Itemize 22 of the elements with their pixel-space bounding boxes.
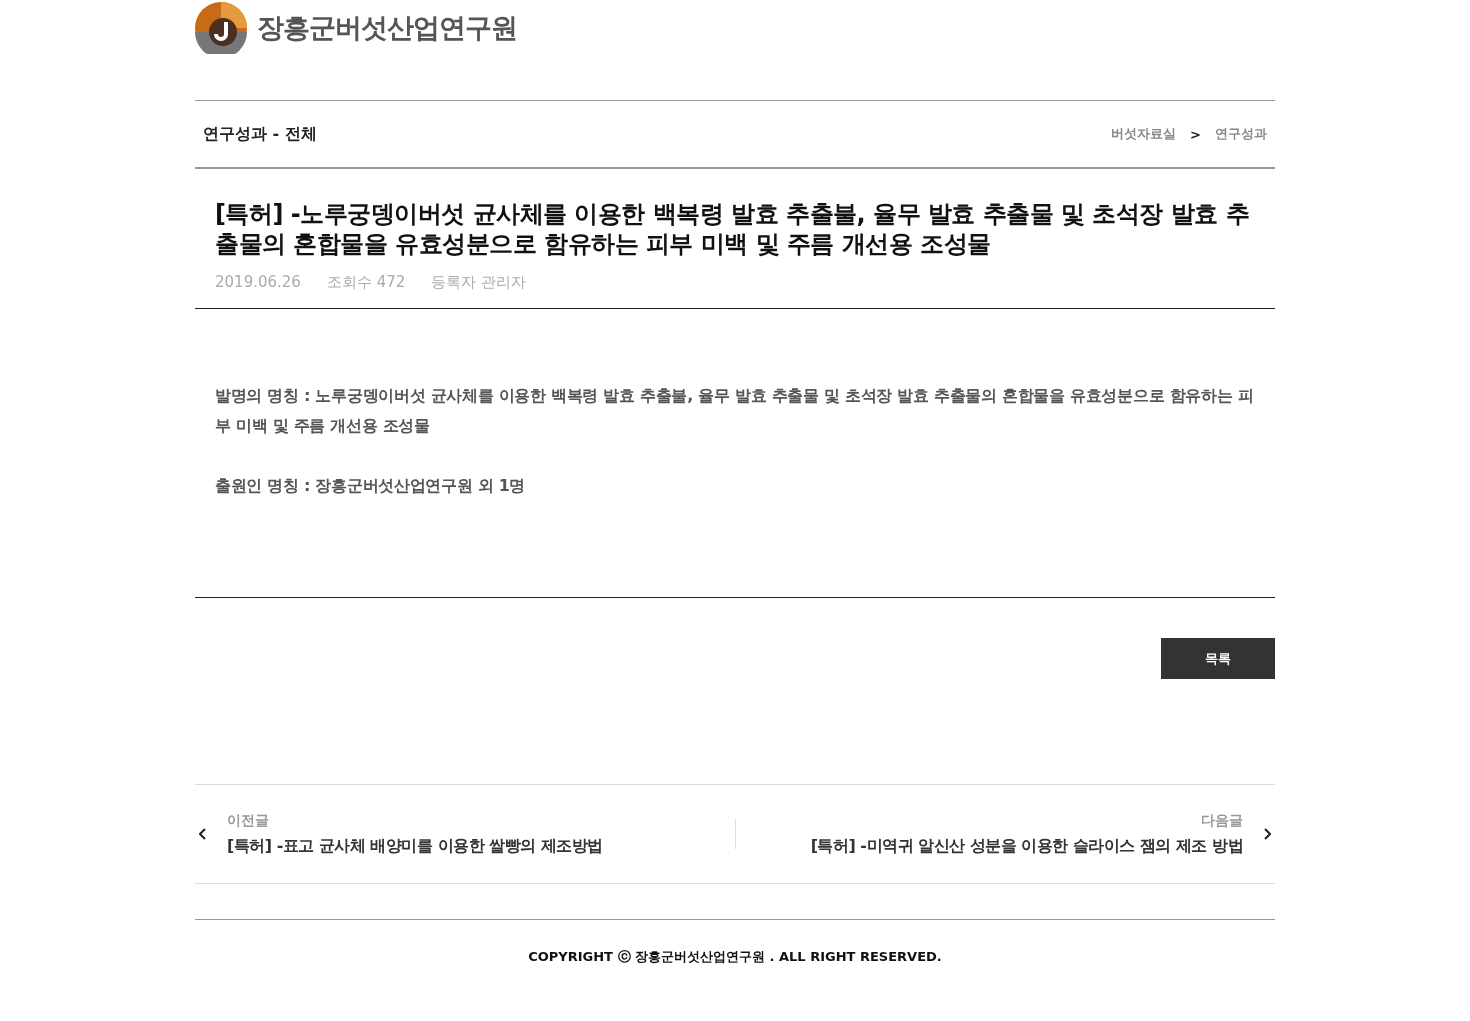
body-paragraph: 출원인 명칭 : 장흥군버섯산업연구원 외 1명 [215, 475, 527, 497]
prev-post-link[interactable]: 이전글 [특허] -표고 균사체 배양미를 이용한 쌀빵의 제조방법 [195, 811, 735, 857]
next-post-link[interactable]: 다음글 [특허] -미역귀 알신산 성분을 이용한 슬라이스 잼의 제조 방법 [735, 811, 1275, 857]
chevron-right-icon [1263, 828, 1271, 840]
logo-text[interactable]: 장흥군버섯산업연구원 [257, 2, 517, 54]
nav-label: 다음글 [1201, 811, 1243, 830]
list-button[interactable]: 목록 [1161, 638, 1275, 679]
nav-title: [특허] -표고 균사체 배양미를 이용한 쌀빵의 제조방법 [227, 835, 603, 857]
breadcrumb-link[interactable]: 연구성과 [1215, 125, 1267, 143]
nav-title: [특허] -미역귀 알신산 성분을 이용한 슬라이스 잼의 제조 방법 [810, 835, 1243, 857]
post-date: 2019.06.26 [215, 273, 301, 292]
body-paragraph: 발명의 명칭 : 노루궁뎅이버섯 균사체를 이용한 백복령 발효 추출불, 율무 발효 추출물 및 초석장 발효 추출물의 혼합물을 유효성분으로 함유하는 피부 미백 및 주름 개선용 조성물 [215, 385, 1255, 437]
breadcrumb-link[interactable]: 버섯자료실 [1111, 125, 1177, 143]
copyright-text: COPYRIGHT ⓒ 장흥군버섯산업연구원 . ALL RIGHT RESERVED. [528, 948, 942, 966]
post-author: 등록자 관리자 [431, 273, 527, 292]
nav-label: 이전글 [227, 811, 269, 830]
view-count: 조회수 472 [326, 273, 406, 292]
section-title: 연구성과 - 전체 [203, 123, 317, 145]
breadcrumb-separator: > [1190, 126, 1201, 142]
chevron-left-icon [199, 828, 207, 840]
logo-icon [195, 2, 247, 54]
post-title: [특허] -노루궁뎅이버섯 균사체를 이용한 백복령 발효 추출불, 율무 발효 추출물 및 초석장 발효 추출물의 혼합물을 유효성분으로 함유하는 피부 미백 및 주름 개선용 조성물 [215, 199, 1251, 259]
